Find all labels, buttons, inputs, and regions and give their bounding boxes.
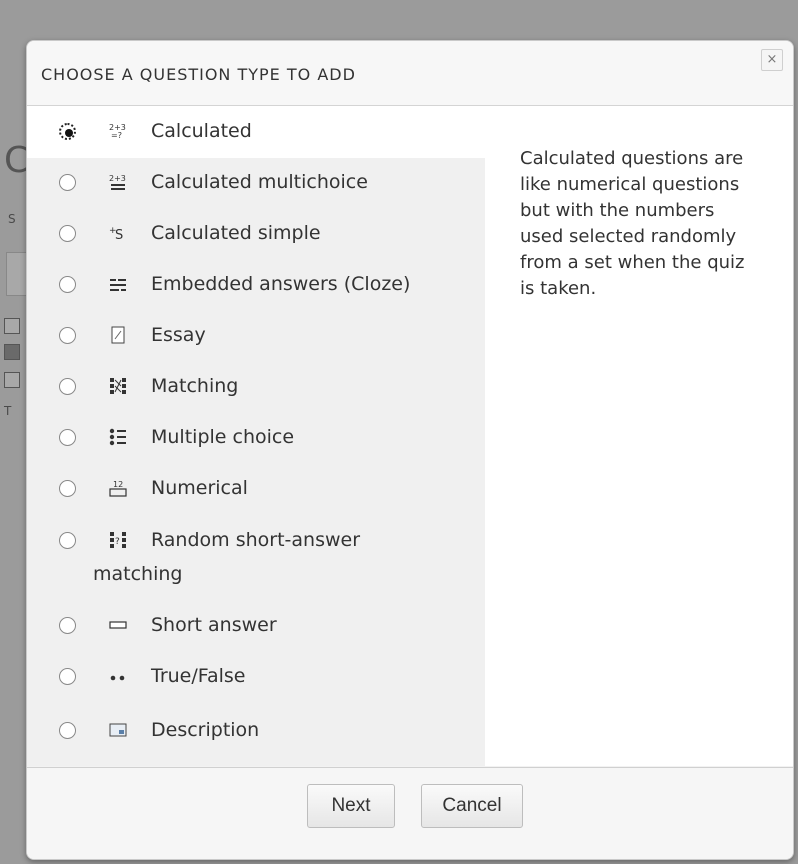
option-calculated-simple[interactable]: + S Calculated simple (27, 209, 485, 260)
background-text: T (4, 404, 12, 418)
calculated-simple-icon: + S (109, 224, 127, 243)
dialog-header: CHOOSE A QUESTION TYPE TO ADD × (27, 41, 793, 106)
essay-icon (109, 326, 127, 344)
next-button[interactable]: Next (307, 784, 395, 828)
true-false-icon (109, 667, 127, 685)
option-label: Embedded answers (Cloze) (151, 273, 411, 295)
close-icon: × (766, 52, 778, 67)
random-short-answer-icon: ? (109, 531, 127, 549)
calculated-multichoice-icon: 2+3 (109, 173, 127, 191)
option-label: Multiple choice (151, 426, 295, 448)
background-text: S (8, 212, 16, 226)
option-label: Description (151, 719, 260, 741)
option-label-continuation: matching (93, 563, 183, 585)
option-matching[interactable]: Matching (27, 362, 485, 413)
option-label: Calculated (151, 120, 252, 142)
question-type-list: 2+3 =? Calculated 2+3 Calculated multicho… (27, 106, 485, 775)
option-random-short-answer-matching[interactable]: ? Random short-answer matching (27, 516, 485, 601)
option-radio[interactable] (59, 378, 76, 395)
option-label: Calculated multichoice (151, 171, 368, 193)
option-radio[interactable] (59, 276, 76, 293)
short-answer-icon (109, 616, 127, 634)
background-checkbox (4, 344, 20, 360)
description-icon (109, 721, 127, 739)
description-panel: Calculated questions are like numerical … (485, 106, 793, 766)
option-description[interactable]: Description (27, 706, 485, 758)
option-label: Numerical (151, 477, 248, 499)
option-label: Essay (151, 324, 206, 346)
matching-icon (109, 377, 127, 395)
option-short-answer[interactable]: Short answer (27, 601, 485, 652)
dialog-footer: Next Cancel (27, 767, 793, 859)
option-radio[interactable] (59, 225, 76, 242)
option-label: True/False (151, 665, 246, 687)
option-radio[interactable] (59, 668, 76, 685)
svg-text:2+3: 2+3 (109, 174, 126, 183)
option-radio[interactable] (59, 174, 76, 191)
numerical-icon: 12 (109, 479, 127, 497)
question-type-description: Calculated questions are like numerical … (520, 148, 745, 299)
background-checkbox (4, 372, 20, 388)
option-true-false[interactable]: True/False (27, 652, 485, 704)
option-radio[interactable] (59, 327, 76, 344)
option-radio[interactable] (59, 532, 76, 549)
dialog-title: CHOOSE A QUESTION TYPE TO ADD (41, 65, 356, 84)
option-label: Random short-answer (151, 529, 361, 551)
option-radio[interactable] (59, 123, 76, 140)
background-checkbox (4, 318, 20, 334)
option-label: Calculated simple (151, 222, 321, 244)
option-radio[interactable] (59, 429, 76, 446)
option-essay[interactable]: Essay (27, 311, 485, 362)
svg-text:12: 12 (113, 480, 123, 489)
option-calculated[interactable]: 2+3 =? Calculated (27, 106, 485, 158)
option-cloze[interactable]: Embedded answers (Cloze) (27, 260, 485, 311)
option-radio[interactable] (59, 617, 76, 634)
option-multiple-choice[interactable]: Multiple choice (27, 413, 485, 464)
calculated-icon: 2+3 =? (109, 122, 127, 140)
question-type-dialog: CHOOSE A QUESTION TYPE TO ADD × 2+3 =? Ca… (26, 40, 794, 860)
option-label: Matching (151, 375, 239, 397)
svg-text:=?: =? (111, 131, 122, 140)
option-numerical[interactable]: 12 Numerical (27, 464, 485, 516)
option-label: Short answer (151, 614, 277, 636)
background-input (6, 252, 28, 296)
svg-text:S: S (115, 228, 123, 242)
multiple-choice-icon (109, 428, 127, 446)
svg-text:?: ? (115, 537, 120, 547)
cloze-icon (109, 275, 127, 293)
close-button[interactable]: × (761, 49, 783, 71)
option-calculated-multichoice[interactable]: 2+3 Calculated multichoice (27, 158, 485, 209)
cancel-button[interactable]: Cancel (421, 784, 523, 828)
option-radio[interactable] (59, 722, 76, 739)
option-radio[interactable] (59, 480, 76, 497)
